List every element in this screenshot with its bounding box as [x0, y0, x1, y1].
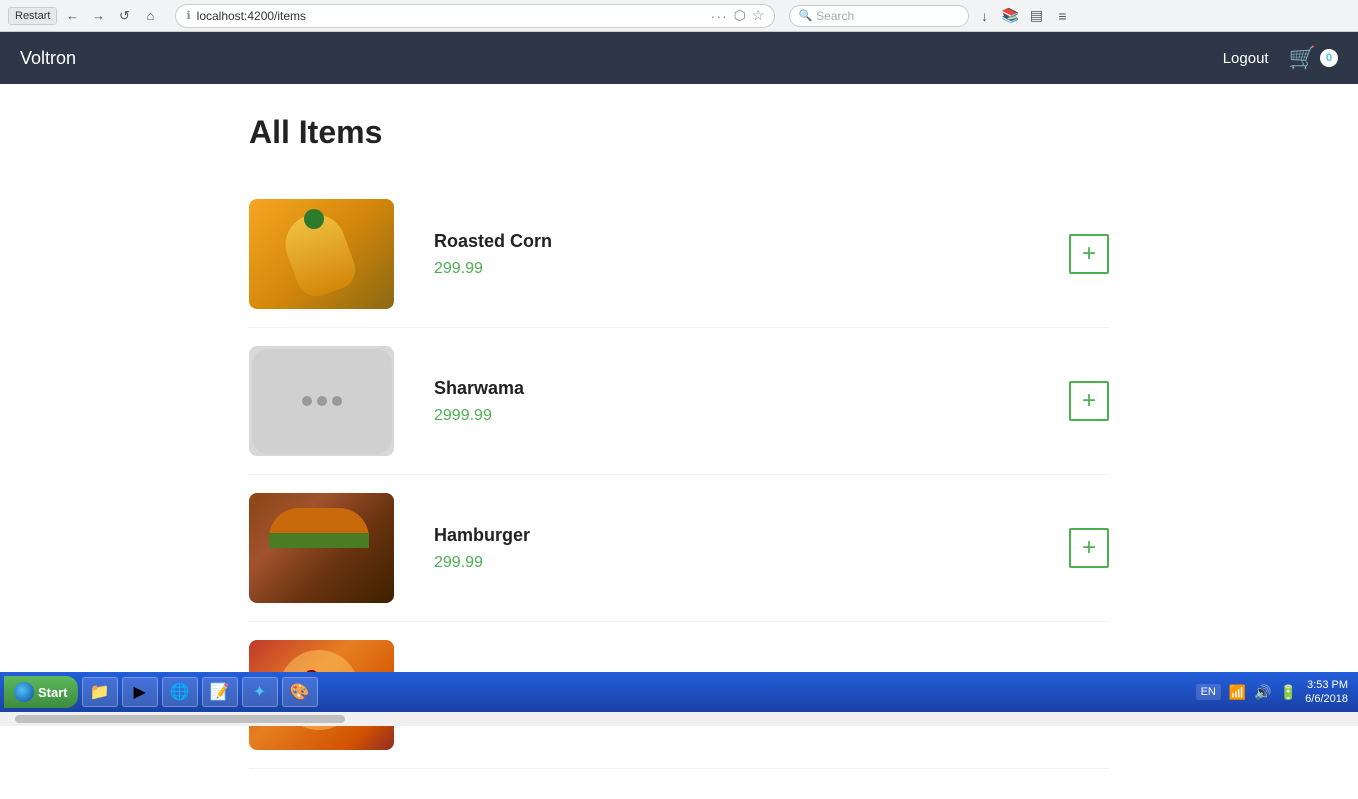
scrollbar-thumb[interactable] — [15, 715, 345, 723]
forward-button[interactable]: → — [87, 5, 109, 27]
taskbar-app-paint[interactable]: 🎨 — [282, 677, 318, 707]
item-name: Hamburger — [434, 525, 1049, 546]
browser-search[interactable]: 🔍 Search — [789, 5, 969, 27]
dot-3 — [332, 396, 342, 406]
dot-2 — [317, 396, 327, 406]
info-icon: ℹ — [186, 9, 190, 22]
taskbar-app-folder[interactable]: 📁 — [82, 677, 118, 707]
add-item-button[interactable]: + — [1069, 528, 1109, 568]
item-image-sharwama — [249, 346, 394, 456]
taskbar-app-word[interactable]: 📝 — [202, 677, 238, 707]
browser-right-controls: 🔍 Search ↓ 📚 ▤ ≡ — [789, 5, 1073, 27]
download-button[interactable]: ↓ — [973, 5, 995, 27]
logout-button[interactable]: Logout — [1223, 50, 1269, 67]
placeholder-dots — [302, 396, 342, 406]
taskbar-clock: 3:53 PM 6/6/2018 — [1305, 678, 1348, 707]
taskbar-app-chrome[interactable]: 🌐 — [162, 677, 198, 707]
add-item-button[interactable]: + — [1069, 234, 1109, 274]
table-row: Sharwama 2999.99 + — [249, 328, 1109, 475]
scrollbar[interactable] — [0, 712, 1358, 726]
browser-chrome: Restart ← → ↺ ⌂ ℹ localhost:4200/items ·… — [0, 0, 1358, 32]
start-label: Start — [38, 685, 68, 700]
clock-time: 3:53 PM — [1305, 678, 1348, 692]
nav-right: Logout 🛒 0 — [1223, 45, 1338, 71]
restart-button[interactable]: Restart — [8, 7, 57, 25]
item-price: 2999.99 — [434, 407, 1049, 425]
library-button[interactable]: 📚 — [999, 5, 1021, 27]
cart-badge: 0 — [1320, 49, 1338, 67]
clock-date: 6/6/2018 — [1305, 692, 1348, 706]
taskbar-right: EN 📶 🔊 🔋 3:53 PM 6/6/2018 — [1196, 678, 1354, 707]
start-button[interactable]: Start — [4, 676, 78, 708]
taskbar: Start 📁 ▶ 🌐 📝 ✦ 🎨 EN 📶 🔊 🔋 3:53 PM 6/6/2… — [0, 672, 1358, 712]
placeholder-image — [252, 349, 392, 454]
sidebar-button[interactable]: ▤ — [1025, 5, 1047, 27]
dot-1 — [302, 396, 312, 406]
app-brand: Voltron — [20, 48, 76, 69]
taskbar-app-vscode[interactable]: ✦ — [242, 677, 278, 707]
item-info: Roasted Corn 299.99 — [434, 231, 1049, 278]
home-button[interactable]: ⌂ — [139, 5, 161, 27]
item-name: Roasted Corn — [434, 231, 1049, 252]
table-row: Roasted Corn 299.99 + — [249, 181, 1109, 328]
item-name: Sharwama — [434, 378, 1049, 399]
sound-icon: 🔊 — [1254, 684, 1271, 701]
network-icon: 📶 — [1229, 684, 1246, 701]
item-price: 299.99 — [434, 554, 1049, 572]
nav-buttons: Restart ← → ↺ ⌂ — [8, 5, 161, 27]
page-title: All Items — [249, 114, 1109, 151]
menu-button[interactable]: ≡ — [1051, 5, 1073, 27]
item-price: 299.99 — [434, 260, 1049, 278]
search-placeholder: Search — [816, 9, 854, 23]
taskbar-app-media[interactable]: ▶ — [122, 677, 158, 707]
star-icon[interactable]: ☆ — [752, 7, 765, 24]
back-button[interactable]: ← — [61, 5, 83, 27]
cart-icon: 🛒 — [1289, 45, 1316, 71]
media-icon: ▶ — [133, 682, 145, 702]
pocket-icon[interactable]: ⬡ — [734, 7, 746, 24]
url-text: localhost:4200/items — [197, 9, 705, 23]
vscode-icon: ✦ — [253, 682, 266, 702]
tray-language: EN — [1196, 684, 1221, 700]
item-image-hamburger — [249, 493, 394, 603]
more-icon[interactable]: ··· — [711, 8, 728, 24]
item-info: Sharwama 2999.99 — [434, 378, 1049, 425]
item-image-corn — [249, 199, 394, 309]
item-info: Hamburger 299.99 — [434, 525, 1049, 572]
folder-icon: 📁 — [90, 682, 110, 702]
table-row: Hamburger 299.99 + — [249, 475, 1109, 622]
paint-icon: 🎨 — [290, 682, 310, 702]
chrome-icon: 🌐 — [170, 682, 190, 702]
address-bar[interactable]: ℹ localhost:4200/items ··· ⬡ ☆ — [175, 4, 775, 28]
reload-button[interactable]: ↺ — [113, 5, 135, 27]
app-nav: Voltron Logout 🛒 0 — [0, 32, 1358, 84]
battery-icon: 🔋 — [1280, 684, 1297, 701]
cart-button[interactable]: 🛒 0 — [1289, 45, 1338, 71]
add-item-button[interactable]: + — [1069, 381, 1109, 421]
word-icon: 📝 — [210, 682, 230, 702]
search-icon: 🔍 — [798, 9, 812, 22]
start-orb — [14, 682, 34, 702]
